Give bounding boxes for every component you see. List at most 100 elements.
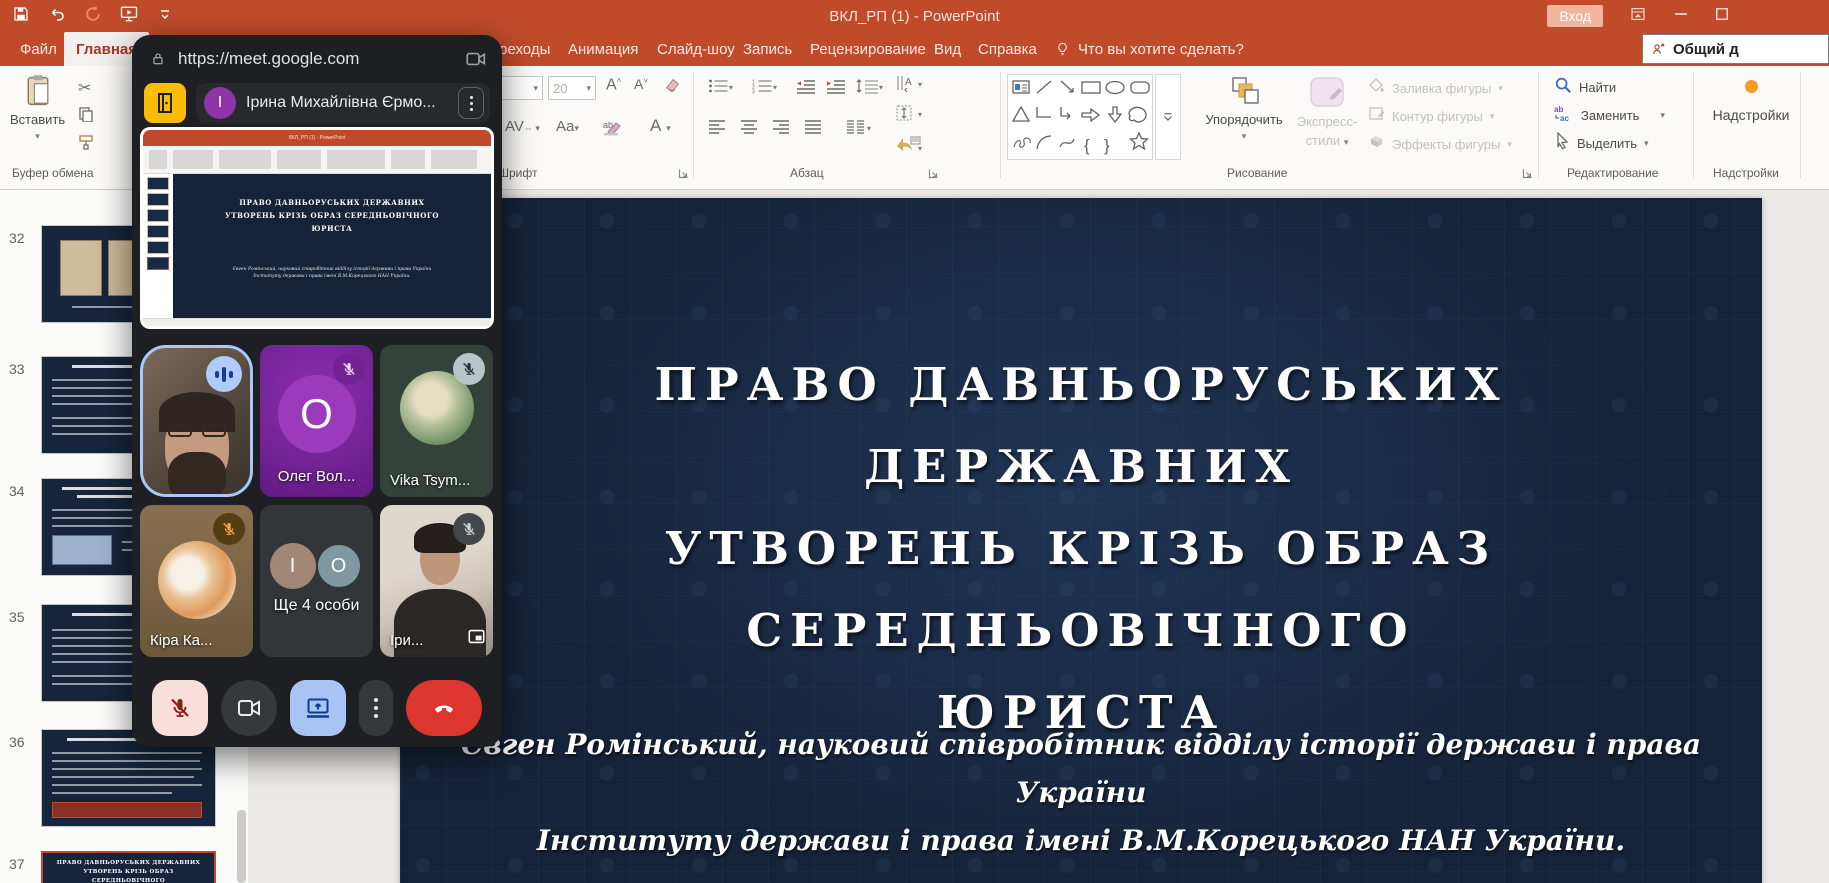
increase-indent-icon[interactable] bbox=[826, 78, 846, 99]
more-options-button[interactable] bbox=[359, 680, 393, 736]
shape-fill-button[interactable]: Заливка фигуры▾ bbox=[1368, 78, 1503, 98]
shapes-gallery[interactable]: { } bbox=[1007, 74, 1153, 160]
tab-help[interactable]: Справка bbox=[966, 32, 1049, 66]
tell-me-search[interactable]: Что вы хотите сделать? bbox=[1055, 32, 1244, 66]
convert-smartart-icon[interactable]: ▾ bbox=[895, 134, 925, 157]
chevron-down-icon: ▾ bbox=[35, 131, 40, 142]
tile-more-people[interactable]: І О Ще 4 особи bbox=[260, 505, 373, 657]
mini-thumbnail-strip bbox=[143, 174, 173, 318]
shapes-gallery-more-button[interactable] bbox=[1155, 74, 1181, 160]
camera-icon bbox=[237, 698, 261, 718]
grow-font-icon[interactable]: А˄ bbox=[606, 76, 621, 94]
pip-expand-icon[interactable] bbox=[468, 629, 485, 649]
quick-styles-button[interactable]: Экспресс- стили ▾ bbox=[1292, 76, 1362, 148]
camera-tab-icon[interactable] bbox=[466, 51, 486, 72]
font-size-input[interactable]: 20▾ bbox=[548, 76, 596, 100]
slide-canvas[interactable]: ПРАВО ДАВНЬОРУСЬКИХ ДЕРЖАВНИХ УТВОРЕНЬ К… bbox=[400, 198, 1762, 883]
svg-text:A: A bbox=[905, 77, 912, 88]
slide-number: 36 bbox=[9, 734, 25, 750]
group-label-drawing: Рисование bbox=[1227, 166, 1287, 180]
line-spacing-icon[interactable]: ▾ bbox=[856, 78, 884, 99]
mic-toggle-button[interactable] bbox=[152, 680, 208, 736]
font-color-icon[interactable]: А ▾ bbox=[650, 116, 671, 136]
camera-toggle-button[interactable] bbox=[221, 680, 277, 736]
present-screen-button[interactable] bbox=[290, 680, 346, 736]
ribbon-display-options-icon[interactable] bbox=[1629, 6, 1647, 27]
presenter-pill[interactable]: І Ірина Михайлівна Єрмо... bbox=[196, 83, 490, 123]
decrease-indent-icon[interactable] bbox=[796, 78, 816, 99]
mic-off-icon bbox=[168, 696, 192, 720]
svg-text:▾: ▾ bbox=[918, 80, 922, 89]
tile-name: Vika Tsym... bbox=[390, 472, 470, 489]
clear-formatting-icon[interactable] bbox=[664, 76, 682, 97]
arrange-button[interactable]: Упорядочить ▾ bbox=[1196, 76, 1292, 142]
tab-animations[interactable]: Анимация bbox=[556, 32, 650, 66]
group-label-paragraph: Абзац bbox=[790, 166, 824, 180]
shape-effects-button[interactable]: Эффекты фигуры▾ bbox=[1368, 134, 1512, 154]
justify-icon[interactable] bbox=[804, 120, 822, 139]
signin-button[interactable]: Вход bbox=[1547, 5, 1603, 27]
replace-button[interactable]: abac Заменить ▾ bbox=[1554, 104, 1665, 127]
share-button[interactable]: Общий д bbox=[1642, 34, 1829, 64]
addins-button[interactable]: Надстройки bbox=[1705, 80, 1797, 123]
mic-off-icon bbox=[213, 513, 245, 545]
lightbulb-icon bbox=[1055, 40, 1070, 58]
text-direction-icon[interactable]: A▾ bbox=[895, 74, 925, 97]
shared-screen-preview[interactable]: ВКЛ_РП (1) - PowerPoint ПРАВО ДАВНЬОРУСЬ… bbox=[140, 127, 494, 329]
tab-file[interactable]: Файл bbox=[8, 32, 69, 66]
speaking-indicator-icon bbox=[206, 356, 242, 392]
thumbnail-scrollbar[interactable] bbox=[237, 810, 246, 883]
divider bbox=[693, 72, 694, 178]
svg-text:3: 3 bbox=[752, 90, 755, 95]
slide-number: 35 bbox=[9, 609, 25, 625]
mini-titlebar: ВКЛ_РП (1) - PowerPoint bbox=[143, 130, 491, 146]
svg-text:▾: ▾ bbox=[729, 83, 733, 92]
text-highlight-icon[interactable]: ab bbox=[602, 118, 622, 141]
maximize-button[interactable] bbox=[1715, 7, 1729, 26]
select-button[interactable]: Выделить ▾ bbox=[1554, 132, 1649, 155]
tab-review[interactable]: Рецензирование bbox=[798, 32, 938, 66]
align-text-icon[interactable]: ▾ bbox=[895, 104, 925, 127]
drawing-dialog-launcher-icon[interactable] bbox=[1522, 168, 1534, 180]
slide-number: 32 bbox=[9, 230, 25, 246]
end-call-button[interactable] bbox=[406, 680, 482, 736]
slide-thumbnail-37-selected[interactable]: ПРАВО ДАВНЬОРУСЬКИХ ДЕРЖАВНИХ УТВОРЕНЬ К… bbox=[41, 851, 216, 883]
change-case-icon[interactable]: Aa▾ bbox=[556, 118, 579, 135]
cut-icon[interactable]: ✂ bbox=[78, 78, 91, 98]
avatar-photo-cat bbox=[158, 541, 236, 619]
lock-icon bbox=[150, 50, 166, 68]
presenter-row: І Ірина Михайлівна Єрмо... bbox=[144, 83, 490, 123]
find-button[interactable]: Найти bbox=[1554, 76, 1616, 99]
paste-button[interactable]: Вставить ▾ bbox=[10, 74, 65, 142]
tile-oleg[interactable]: О Олег Вол... bbox=[260, 345, 373, 497]
format-painter-icon[interactable] bbox=[78, 134, 94, 155]
shape-outline-button[interactable]: Контур фигуры▾ bbox=[1368, 106, 1494, 126]
mini-slide: ПРАВО ДАВНЬОРУСЬКИХ ДЕРЖАВНИХ УТВОРЕНЬ К… bbox=[173, 174, 491, 318]
tab-record[interactable]: Запись bbox=[731, 32, 804, 66]
paragraph-dialog-launcher-icon[interactable] bbox=[928, 168, 940, 180]
minimize-button[interactable] bbox=[1673, 6, 1689, 27]
tile-vika[interactable]: Vika Tsym... bbox=[380, 345, 493, 497]
tile-kira[interactable]: Кіра Ка... bbox=[140, 505, 253, 657]
columns-icon[interactable]: ▾ bbox=[846, 120, 874, 139]
font-dialog-launcher-icon[interactable] bbox=[678, 168, 690, 180]
svg-text:ab: ab bbox=[1554, 105, 1563, 114]
character-spacing-icon[interactable]: AV⇔ ▾ bbox=[505, 118, 540, 135]
align-center-icon[interactable] bbox=[740, 120, 758, 139]
svg-text:▾: ▾ bbox=[918, 144, 922, 152]
numbering-icon[interactable]: 123▾ bbox=[752, 78, 778, 99]
avatar: О bbox=[278, 375, 356, 453]
svg-text:▾: ▾ bbox=[867, 124, 871, 133]
shrink-font-icon[interactable]: А˅ bbox=[634, 76, 648, 92]
shape-effects-icon bbox=[1368, 134, 1385, 154]
tile-active-speaker[interactable] bbox=[140, 345, 253, 497]
slide-title: ПРАВО ДАВНЬОРУСЬКИХ ДЕРЖАВНИХ УТВОРЕНЬ К… bbox=[430, 344, 1732, 754]
copy-icon[interactable] bbox=[78, 106, 94, 127]
door-icon[interactable] bbox=[144, 83, 186, 123]
align-right-icon[interactable] bbox=[772, 120, 790, 139]
bullets-icon[interactable]: ▾ bbox=[708, 78, 734, 99]
align-left-icon[interactable] bbox=[708, 120, 726, 139]
more-options-icon[interactable] bbox=[458, 87, 484, 119]
tile-iryna[interactable]: Іри... bbox=[380, 505, 493, 657]
google-meet-window[interactable]: https://meet.google.com І Ірина Михайлів… bbox=[132, 35, 502, 747]
